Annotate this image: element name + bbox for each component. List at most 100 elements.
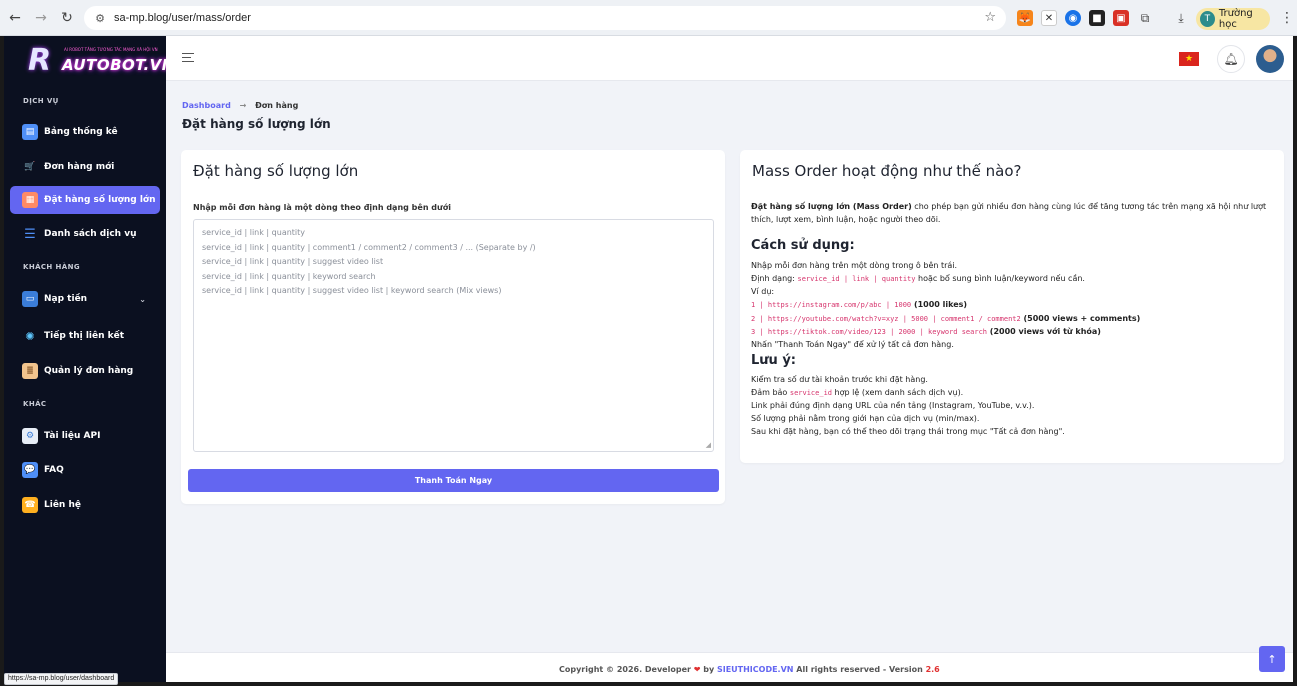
section-label-other: KHÁC xyxy=(23,400,47,408)
sidebar-item-dashboard[interactable]: ▤ Bảng thống kê xyxy=(10,118,160,146)
breadcrumb: Dashboard → Đơn hàng xyxy=(182,101,298,110)
resize-handle-icon[interactable]: ◢ xyxy=(706,441,711,449)
footer: Copyright © 2026. Developer ❤ by SIEUTHI… xyxy=(166,652,1293,682)
placeholder-line: service_id | link | quantity xyxy=(202,228,306,237)
download-icon[interactable]: ⤓ xyxy=(1173,10,1189,26)
network-icon: ✺ xyxy=(25,329,35,343)
sidebar-item-affiliate[interactable]: ✺ Tiếp thị liên kết xyxy=(10,322,160,350)
example-note: (2000 views với từ khóa) xyxy=(987,327,1101,336)
red-extension-icon[interactable]: ▣ xyxy=(1113,10,1129,26)
copyright-prefix: Copyright © 2026. Developer xyxy=(559,665,694,674)
mass-order-textarea[interactable]: service_id | link | quantity service_id … xyxy=(193,219,714,452)
note-line: Kiểm tra số dư tài khoản trước khi đặt h… xyxy=(751,375,928,384)
sidebar-item-faq[interactable]: 💬 FAQ xyxy=(10,456,160,484)
mass-order-card: Đặt hàng số lượng lớn Nhập mỗi đơn hàng … xyxy=(181,150,725,504)
sidebar: R AI ROBOT TĂNG TƯƠNG TÁC MẠNG XÃ HỘI VN… xyxy=(4,36,174,682)
copyright-text: Copyright © 2026. Developer ❤ by SIEUTHI… xyxy=(559,665,940,674)
section-label-customers: KHÁCH HÀNG xyxy=(23,263,81,271)
help-card-title: Mass Order hoạt động như thế nào? xyxy=(752,162,1022,180)
example-code: 2 | https://youtube.com/watch?v=xyz | 50… xyxy=(751,315,1021,323)
sidebar-item-contact[interactable]: ☎ Liên hệ xyxy=(10,491,160,519)
support-icon: ☎ xyxy=(22,497,38,513)
bookmark-star-icon[interactable]: ☆ xyxy=(984,10,996,25)
sidebar-item-label: Bảng thống kê xyxy=(44,127,118,137)
chat-icon: 💬 xyxy=(22,462,38,478)
copyright-rights: All rights reserved - Version xyxy=(793,665,926,674)
profile-chip[interactable]: T Trường học xyxy=(1196,8,1270,30)
status-bar-url: https://sa-mp.blog/user/dashboard xyxy=(4,673,119,685)
sidebar-item-orders[interactable]: ≣ Quản lý đơn hàng xyxy=(10,357,160,385)
menu-toggle-icon[interactable] xyxy=(182,53,194,65)
order-card-title: Đặt hàng số lượng lớn xyxy=(193,162,359,180)
scroll-to-top-button[interactable]: ↑ xyxy=(1259,646,1285,672)
mass-order-icon: ▦ xyxy=(22,192,38,208)
format-label: Định dạng: xyxy=(751,274,795,283)
sidebar-item-api-docs[interactable]: ⚙ Tài liệu API xyxy=(10,422,160,450)
placeholder-line: service_id | link | quantity | comment1 … xyxy=(202,242,536,252)
metamask-extension-icon[interactable]: 🦊 xyxy=(1017,10,1033,26)
note-text: hợp lệ (xem danh sách dịch vụ). xyxy=(832,388,964,397)
address-url[interactable]: sa-mp.blog/user/mass/order xyxy=(114,12,251,24)
wallet-icon: ▭ xyxy=(22,291,38,307)
example-line: 1 | https://instagram.com/p/abc | 1000 (… xyxy=(751,300,967,309)
page-title: Đặt hàng số lượng lớn xyxy=(182,117,331,131)
browser-toolbar: ← → ↻ ⚙ sa-mp.blog/user/mass/order ☆ 🦊 ✕… xyxy=(0,0,1297,36)
profile-avatar: T xyxy=(1200,11,1215,27)
placeholder-line: service_id | link | quantity | keyword s… xyxy=(202,271,376,281)
reload-icon[interactable]: ↻ xyxy=(56,7,78,29)
sidebar-item-label: Đặt hàng số lượng lớn xyxy=(44,195,156,205)
format-code: service_id | link | quantity xyxy=(797,275,916,283)
note-line: Đảm bảo service_id hợp lệ (xem danh sách… xyxy=(751,388,963,397)
dark-extension-icon[interactable]: ■ xyxy=(1089,10,1105,26)
back-icon[interactable]: ← xyxy=(4,7,26,29)
extension-icon[interactable]: ✕ xyxy=(1041,10,1057,26)
developer-link[interactable]: SIEUTHICODE.VN xyxy=(717,665,794,674)
notes-heading: Lưu ý: xyxy=(751,353,796,368)
example-note: (5000 views + comments) xyxy=(1020,314,1141,323)
note-code: service_id xyxy=(789,389,833,397)
help-intro: Đặt hàng số lượng lớn (Mass Order) cho p… xyxy=(751,202,1266,211)
placeholder-line: service_id | link | quantity | suggest v… xyxy=(202,257,384,267)
sidebar-item-new-order[interactable]: 🛒 Đơn hàng mới xyxy=(10,153,160,181)
sidebar-item-mass-order[interactable]: ▦ Đặt hàng số lượng lớn xyxy=(10,186,160,214)
vietnam-flag-icon[interactable]: ★ xyxy=(1179,52,1199,66)
example-note: (1000 likes) xyxy=(911,300,968,309)
cart-icon: 🛒 xyxy=(24,162,36,172)
sidebar-item-label: Nạp tiền xyxy=(44,294,88,304)
note-line: Link phải đúng định dạng URL của nền tản… xyxy=(751,401,1035,410)
logo-tagline: AI ROBOT TĂNG TƯƠNG TÁC MẠNG XÃ HỘI VN xyxy=(64,47,158,52)
sidebar-item-label: FAQ xyxy=(44,465,64,475)
blue-extension-icon[interactable]: ◉ xyxy=(1065,10,1081,26)
address-bar[interactable]: ⚙ sa-mp.blog/user/mass/order ☆ xyxy=(84,6,1006,30)
notification-bell-icon[interactable]: 🔔︎ xyxy=(1217,45,1245,73)
example-code: 3 | https://tiktok.com/video/123 | 2000 … xyxy=(751,328,988,336)
pay-now-button[interactable]: Thanh Toán Ngay xyxy=(188,469,719,492)
note-line: Sau khi đặt hàng, bạn có thể theo dõi tr… xyxy=(751,427,1065,436)
extensions-puzzle-icon[interactable]: ⧉ xyxy=(1137,10,1153,26)
usage-line: Nhập mỗi đơn hàng trên một dòng trong ô … xyxy=(751,261,958,270)
format-rest: hoặc bổ sung bình luận/keyword nếu cần. xyxy=(915,274,1085,283)
logo[interactable]: R AI ROBOT TĂNG TƯƠNG TÁC MẠNG XÃ HỘI VN… xyxy=(28,43,174,78)
logo-text: AUTOBOT.VN xyxy=(62,56,175,74)
sidebar-item-label: Quản lý đơn hàng xyxy=(44,366,134,376)
help-intro-bold: Đặt hàng số lượng lớn (Mass Order) xyxy=(751,202,912,211)
browser-menu-icon[interactable]: ⋮ xyxy=(1280,10,1294,26)
sidebar-item-label: Danh sách dịch vụ xyxy=(44,229,137,239)
breadcrumb-home-link[interactable]: Dashboard xyxy=(182,101,231,110)
site-settings-icon[interactable]: ⚙ xyxy=(90,12,110,25)
note-line: Số lượng phải nằm trong giới hạn của dịc… xyxy=(751,414,980,423)
copyright-by: by xyxy=(700,665,717,674)
logo-mark-icon: R xyxy=(28,43,52,78)
sidebar-item-deposit[interactable]: ▭ Nạp tiền ⌄ xyxy=(10,285,160,313)
sidebar-item-label: Tiếp thị liên kết xyxy=(44,331,125,341)
sidebar-item-services[interactable]: ☰ Danh sách dịch vụ xyxy=(10,220,160,248)
help-card: Mass Order hoạt động như thế nào? Đặt hà… xyxy=(740,150,1284,463)
forward-icon[interactable]: → xyxy=(30,7,52,29)
chevron-down-icon[interactable]: ⌄ xyxy=(139,295,146,304)
example-line: 2 | https://youtube.com/watch?v=xyz | 50… xyxy=(751,314,1140,323)
main-content: ★ 🔔︎ Dashboard → Đơn hàng Đặt hàng số lư… xyxy=(166,36,1293,682)
user-avatar[interactable] xyxy=(1256,45,1284,73)
list-icon: ☰ xyxy=(24,226,36,242)
sidebar-item-label: Đơn hàng mới xyxy=(44,162,115,172)
order-instruction: Nhập mỗi đơn hàng là một dòng theo định … xyxy=(193,203,451,212)
